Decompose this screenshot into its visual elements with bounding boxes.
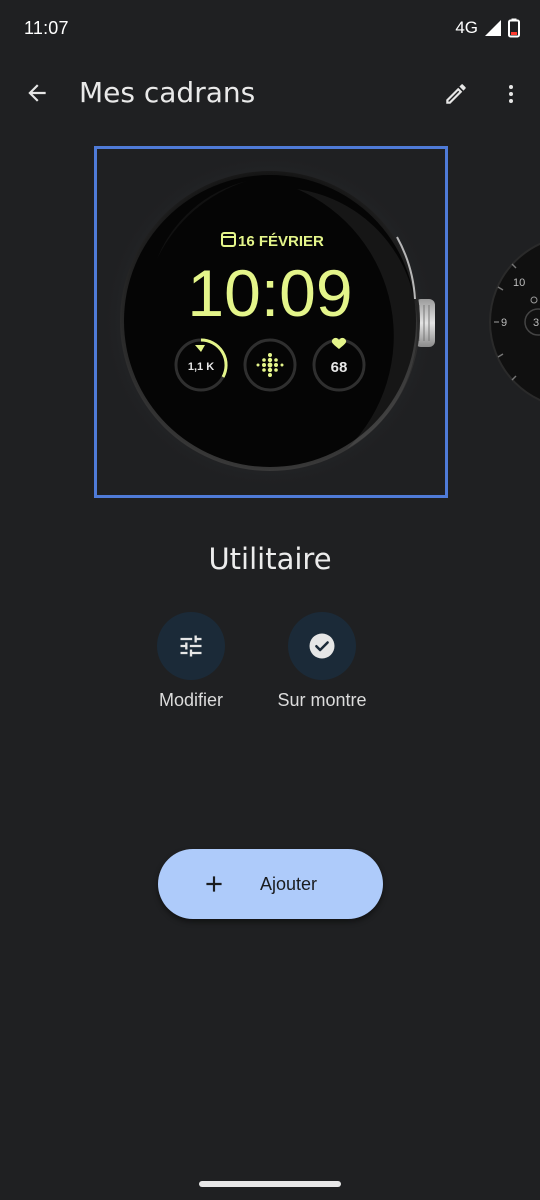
modify-label: Modifier xyxy=(158,690,224,710)
on-watch-label: Sur montre xyxy=(277,690,367,710)
check-circle-icon xyxy=(309,633,335,659)
watch-preview-graphic: 16 FÉVRIER 10:09 1,1 K 68 xyxy=(100,151,440,491)
modify-button[interactable] xyxy=(157,612,225,680)
peek-number-9: 9 xyxy=(501,317,507,329)
on-watch-action[interactable]: Sur montre xyxy=(252,612,392,711)
status-time: 11:07 xyxy=(24,18,69,38)
watch-time: 10:09 xyxy=(187,256,352,330)
heart-rate-value: 68 xyxy=(331,359,348,376)
signal-icon xyxy=(485,20,501,36)
back-button[interactable] xyxy=(16,72,58,114)
status-icons: 4G xyxy=(455,18,520,38)
add-button-label: Ajouter xyxy=(260,873,318,894)
back-arrow-icon xyxy=(28,84,46,102)
status-bar: 11:07 4G xyxy=(0,0,540,60)
network-type: 4G xyxy=(455,18,478,37)
tune-icon xyxy=(180,635,202,657)
watch-date: 16 FÉVRIER xyxy=(238,233,324,250)
peek-number-10: 10 xyxy=(513,277,525,289)
more-vert-icon xyxy=(509,85,513,103)
more-options-button[interactable] xyxy=(494,74,528,114)
watch-face-preview-next[interactable]: 10 9 3 xyxy=(488,230,540,410)
modify-action[interactable]: Modifier xyxy=(121,612,261,711)
watch-face-preview-selected[interactable]: 16 FÉVRIER 10:09 1,1 K 68 xyxy=(94,146,448,498)
on-watch-button[interactable] xyxy=(288,612,356,680)
battery-icon xyxy=(508,18,520,38)
app-bar: Mes cadrans xyxy=(0,62,540,126)
gesture-nav-handle[interactable] xyxy=(199,1181,341,1187)
peek-number-3: 3 xyxy=(533,317,539,329)
add-button[interactable]: Ajouter xyxy=(158,849,383,919)
steps-value: 1,1 K xyxy=(188,361,214,373)
pencil-icon xyxy=(446,84,466,104)
watch-face-name: Utilitaire xyxy=(208,542,332,576)
plus-icon xyxy=(200,870,228,898)
edit-button[interactable] xyxy=(436,74,476,114)
page-title: Mes cadrans xyxy=(79,76,256,109)
